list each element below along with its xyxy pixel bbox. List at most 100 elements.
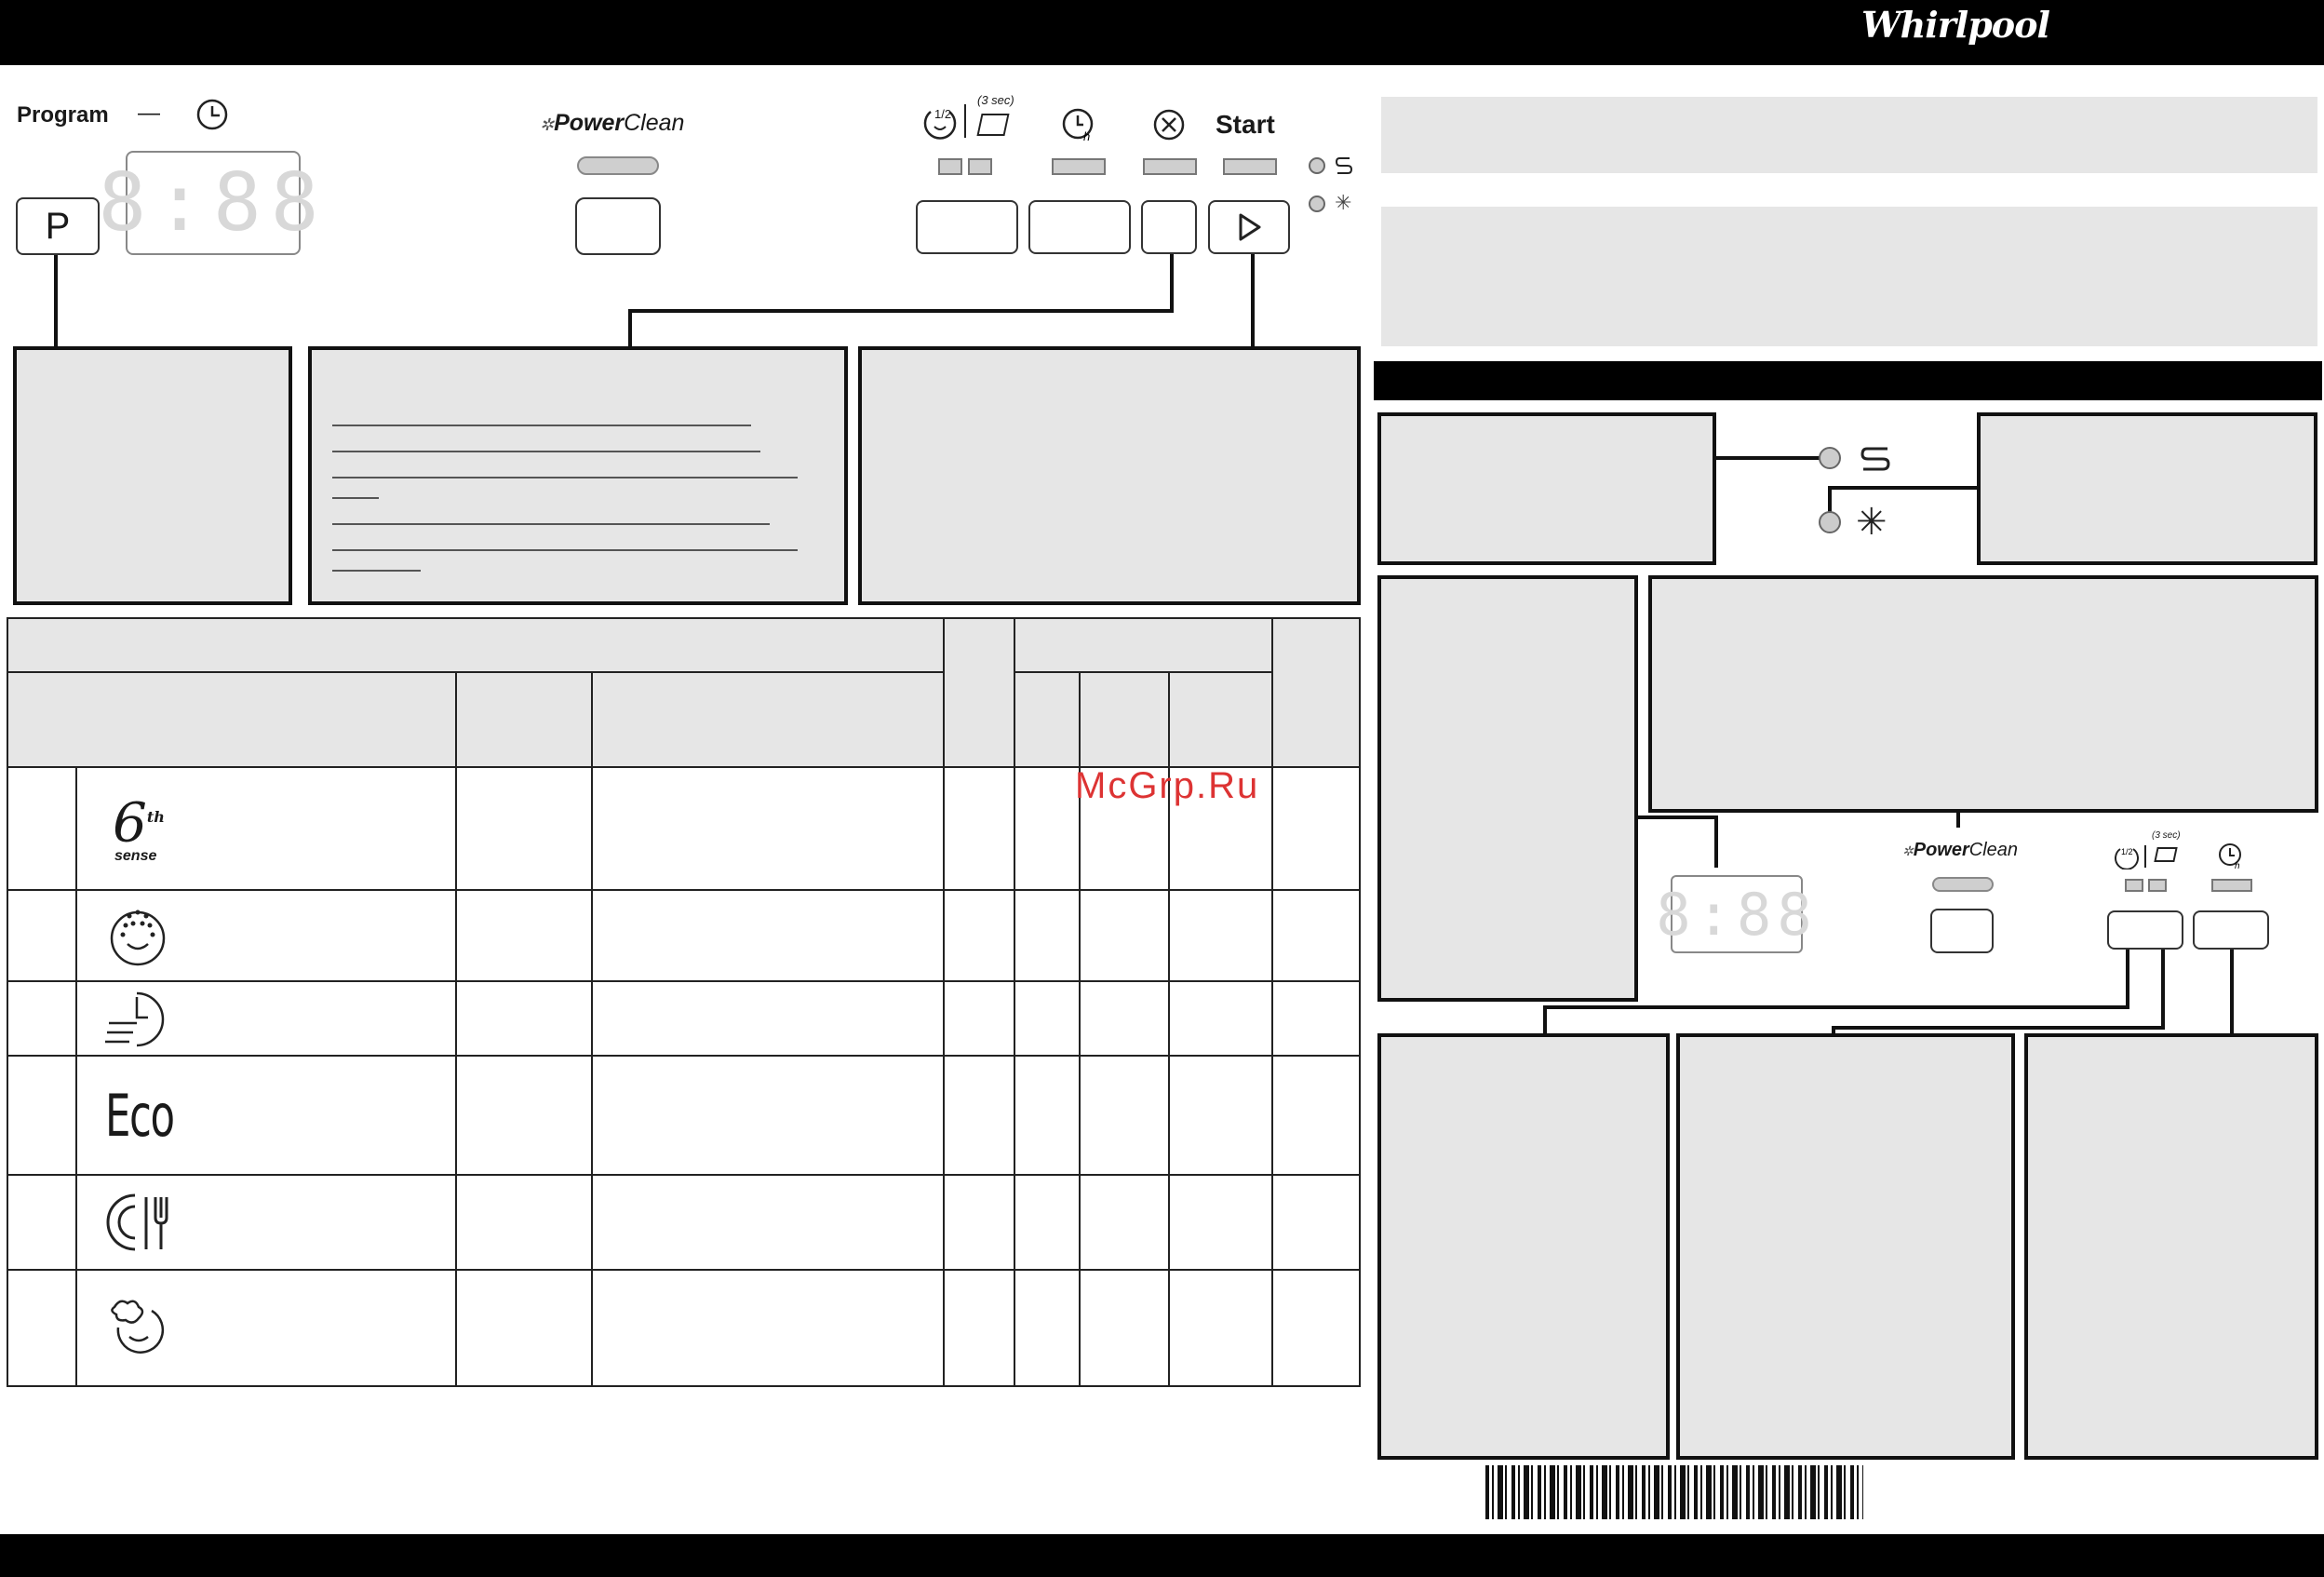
time-display: 8:88 bbox=[98, 151, 319, 255]
delay-led bbox=[1052, 158, 1106, 175]
connector-line bbox=[1716, 456, 1820, 460]
tablet-info-box bbox=[1676, 1033, 2015, 1460]
powerclean-led bbox=[577, 156, 659, 175]
pre-wash-icon bbox=[77, 1271, 455, 1385]
salt-icon bbox=[1861, 447, 1890, 471]
start-label: Start bbox=[1216, 110, 1275, 139]
program-table: 6th sense Eco bbox=[7, 617, 1362, 1387]
separator bbox=[964, 104, 966, 138]
mini-half-load-button[interactable] bbox=[2107, 910, 2183, 950]
options-info-box bbox=[308, 346, 848, 605]
mini-half-load-led-1 bbox=[2125, 879, 2143, 892]
program-label: Program bbox=[17, 102, 109, 128]
three-sec-label: (3 sec) bbox=[977, 93, 1014, 107]
program-button[interactable]: P bbox=[16, 197, 100, 255]
play-icon bbox=[1239, 213, 1261, 241]
info-panel-2 bbox=[1381, 207, 2317, 346]
table-row bbox=[7, 980, 1362, 1057]
connector-line bbox=[1170, 254, 1174, 313]
table-header bbox=[7, 617, 945, 673]
table-row bbox=[7, 889, 1362, 982]
table-header bbox=[455, 671, 593, 768]
connector-line bbox=[1828, 486, 1832, 512]
rinse-aid-indicator-large bbox=[1819, 511, 1841, 533]
eco-icon: Eco bbox=[105, 1081, 175, 1150]
half-load-led-1 bbox=[938, 158, 962, 175]
watermark: McGrp.Ru bbox=[1075, 765, 1260, 806]
connector-line bbox=[1714, 815, 1718, 868]
program-dash: — bbox=[138, 101, 160, 126]
cancel-button[interactable] bbox=[1141, 200, 1197, 254]
mini-powerclean-button[interactable] bbox=[1930, 909, 1994, 953]
connector-line bbox=[2126, 950, 2129, 1009]
mini-powerclean-led bbox=[1932, 877, 1994, 892]
connector-line bbox=[2230, 950, 2234, 1035]
salt-indicator bbox=[1309, 157, 1325, 174]
intensive-icon bbox=[77, 891, 455, 980]
delay-info-box bbox=[2024, 1033, 2318, 1460]
connector-line bbox=[1251, 254, 1255, 348]
quick-wash-icon bbox=[77, 982, 455, 1055]
table-header bbox=[591, 671, 945, 768]
half-load-led-2 bbox=[968, 158, 992, 175]
delay-clock-icon bbox=[196, 99, 228, 130]
powerclean-info-box bbox=[1648, 575, 2318, 813]
connector-line bbox=[628, 309, 1174, 313]
delay-button[interactable] bbox=[1028, 200, 1131, 254]
display-digits: 8:88 bbox=[98, 156, 329, 249]
mini-powerclean-logo: ✲PowerClean bbox=[1902, 840, 2019, 860]
half-load-label: 1/2 bbox=[934, 107, 952, 121]
svg-text:h: h bbox=[1083, 129, 1090, 143]
salt-icon bbox=[1335, 157, 1353, 174]
cancel-led bbox=[1143, 158, 1197, 175]
half-load-info-box bbox=[1377, 1033, 1670, 1460]
sixth-sense-icon: 6th sense bbox=[113, 790, 165, 864]
display-info-box bbox=[1377, 575, 1638, 1002]
salt-info-box bbox=[1377, 412, 1716, 565]
delay-hours-icon: h bbox=[1062, 108, 1094, 143]
barcode bbox=[1485, 1465, 1863, 1519]
connector-line bbox=[1543, 1005, 1547, 1033]
connector-line bbox=[1832, 1026, 2165, 1030]
connector-line bbox=[54, 255, 58, 348]
mini-three-sec-label: (3 sec) bbox=[2152, 830, 2181, 841]
start-button[interactable] bbox=[1208, 200, 1290, 254]
table-row: Eco bbox=[7, 1055, 1362, 1176]
powerclean-logo: ✲PowerClean bbox=[540, 110, 685, 136]
text-lines bbox=[332, 425, 798, 572]
mini-display-digits: 8:88 bbox=[1656, 880, 1818, 949]
table-header bbox=[1014, 671, 1081, 768]
svg-text:h: h bbox=[2235, 861, 2240, 871]
cancel-icon bbox=[1153, 109, 1185, 141]
connector-line bbox=[1956, 813, 1960, 828]
connector-line bbox=[1638, 815, 1718, 819]
mini-delay-led bbox=[2211, 879, 2252, 892]
bottom-bar bbox=[0, 1534, 2324, 1577]
info-panel-1 bbox=[1381, 97, 2317, 173]
mini-delay-hours-icon: h bbox=[2219, 843, 2241, 871]
rinse-aid-icon: ✳ bbox=[1335, 191, 1352, 214]
table-header bbox=[1013, 617, 1274, 673]
mini-delay-button[interactable] bbox=[2193, 910, 2269, 950]
mini-time-display: 8:88 bbox=[1656, 875, 1812, 953]
table-header bbox=[943, 617, 1015, 768]
separator bbox=[2144, 845, 2146, 868]
connector-line bbox=[2161, 950, 2165, 1030]
rinse-aid-indicator bbox=[1309, 195, 1325, 212]
start-info-box bbox=[858, 346, 1361, 605]
svg-text:1/2: 1/2 bbox=[2121, 847, 2133, 856]
program-info-box bbox=[13, 346, 292, 605]
rinse-aid-info-box bbox=[1977, 412, 2317, 565]
half-load-button[interactable] bbox=[916, 200, 1018, 254]
mini-half-load-led-2 bbox=[2148, 879, 2167, 892]
connector-line bbox=[628, 309, 632, 348]
start-led bbox=[1223, 158, 1277, 175]
section-header-bar bbox=[1374, 361, 2322, 400]
rinse-aid-icon: ✳ bbox=[1856, 502, 1887, 543]
table-row bbox=[7, 1174, 1362, 1271]
tablet-icon bbox=[976, 114, 1010, 136]
table-header bbox=[1079, 671, 1170, 768]
mini-half-load-icon: 1/2 bbox=[2115, 847, 2139, 869]
connector-line bbox=[1543, 1005, 2129, 1009]
powerclean-button[interactable] bbox=[575, 197, 661, 255]
